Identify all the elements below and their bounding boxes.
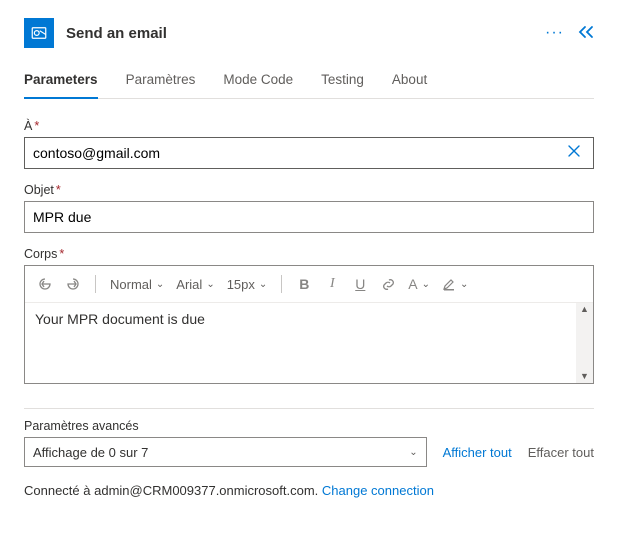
outlook-icon — [24, 18, 54, 48]
font-size-select[interactable]: 15px⌄ — [223, 272, 272, 296]
font-family-select[interactable]: Arial⌄ — [172, 272, 218, 296]
body-textarea[interactable]: Your MPR document is due — [25, 303, 576, 383]
font-color-button[interactable]: A⌄ — [404, 272, 434, 296]
tab-parameters[interactable]: Parameters — [24, 72, 98, 99]
tab-testing[interactable]: Testing — [321, 72, 364, 99]
tab-bar: Parameters Paramètres Mode Code Testing … — [24, 72, 594, 99]
collapse-icon[interactable] — [578, 25, 594, 42]
subject-input[interactable] — [33, 209, 585, 225]
advanced-label: Paramètres avancés — [24, 419, 594, 433]
tab-mode-code[interactable]: Mode Code — [223, 72, 293, 99]
card-header: Send an email ··· — [24, 18, 594, 48]
subject-input-wrap — [24, 201, 594, 233]
advanced-select-text: Affichage de 0 sur 7 — [33, 445, 148, 460]
underline-button[interactable]: U — [348, 272, 372, 296]
italic-button[interactable]: I — [320, 272, 344, 296]
body-label: Corps* — [24, 247, 594, 261]
format-style-select[interactable]: Normal⌄ — [106, 272, 168, 296]
divider — [24, 408, 594, 409]
scrollbar[interactable]: ▲ ▼ — [576, 303, 593, 383]
editor-toolbar: Normal⌄ Arial⌄ 15px⌄ B I U A⌄ ⌄ — [25, 266, 593, 303]
change-connection-link[interactable]: Change connection — [322, 483, 434, 498]
undo-button[interactable] — [33, 272, 57, 296]
card-title: Send an email — [66, 25, 533, 42]
link-button[interactable] — [376, 272, 400, 296]
more-icon[interactable]: ··· — [545, 24, 564, 42]
connected-text: Connecté à admin@CRM009377.onmicrosoft.c… — [24, 483, 318, 498]
tab-parametres[interactable]: Paramètres — [126, 72, 196, 99]
highlight-button[interactable]: ⌄ — [438, 272, 472, 296]
subject-label: Objet* — [24, 183, 594, 197]
show-all-link[interactable]: Afficher tout — [443, 445, 512, 460]
scroll-up-icon[interactable]: ▲ — [580, 303, 589, 316]
bold-button[interactable]: B — [292, 272, 316, 296]
chevron-down-icon: ⌄ — [409, 447, 417, 458]
clear-to-icon[interactable] — [563, 144, 585, 163]
body-editor: Normal⌄ Arial⌄ 15px⌄ B I U A⌄ ⌄ Your MPR… — [24, 265, 594, 384]
redo-button[interactable] — [61, 272, 85, 296]
scroll-down-icon[interactable]: ▼ — [580, 370, 589, 383]
clear-all-link[interactable]: Effacer tout — [528, 445, 594, 460]
tab-about[interactable]: About — [392, 72, 427, 99]
connection-footer: Connecté à admin@CRM009377.onmicrosoft.c… — [24, 483, 594, 498]
toolbar-divider — [281, 275, 282, 293]
to-input-wrap — [24, 137, 594, 169]
toolbar-divider — [95, 275, 96, 293]
advanced-params-select[interactable]: Affichage de 0 sur 7 ⌄ — [24, 437, 427, 467]
to-input[interactable] — [33, 145, 563, 161]
to-label: À* — [24, 119, 594, 133]
